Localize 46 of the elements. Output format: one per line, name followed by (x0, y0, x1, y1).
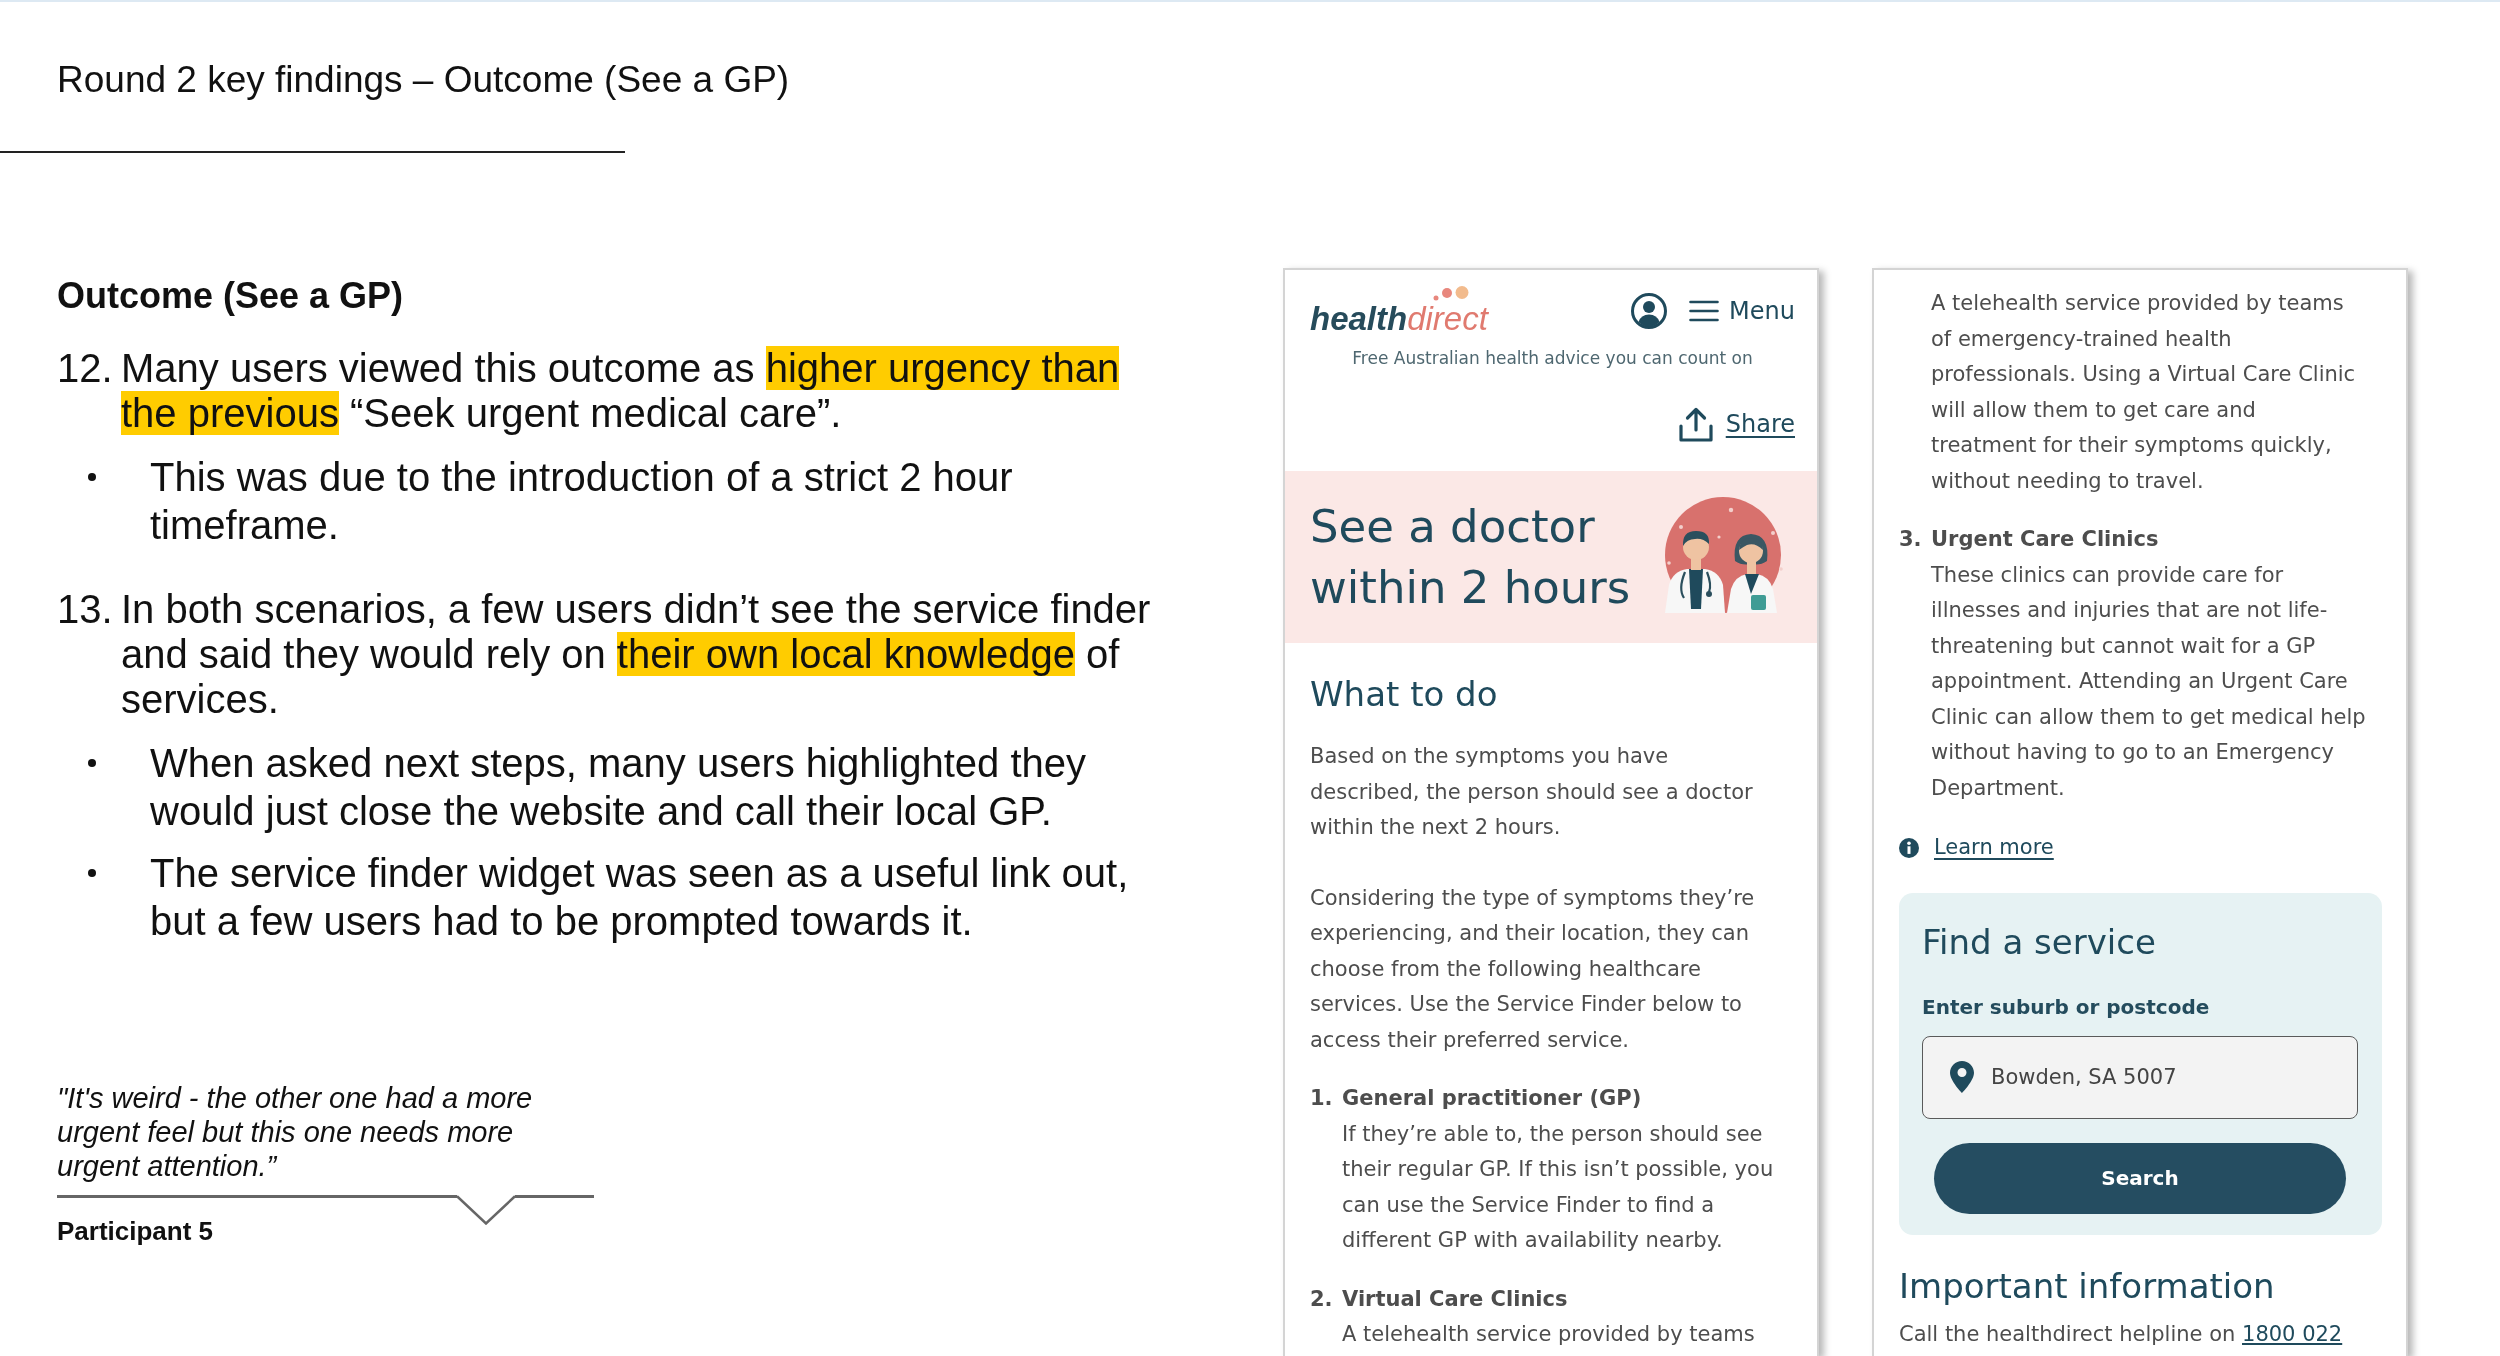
finding-text: In both scenarios, a few users didn’t see the service finder and said they would rely on their own local knowledge of services. (121, 586, 1152, 722)
site-logo[interactable]: healthdirect (1310, 302, 1488, 336)
slide-title: Round 2 key findings – Outcome (See a GP) (57, 58, 790, 102)
list-number: 3. (1899, 526, 1923, 553)
hero-title: See a doctor within 2 hours (1310, 499, 1632, 616)
item-description: If they’re able to, the person should see their regular GP. If this isn’t possible, you can use the Service Finder to find a different GP with availability nearby. (1342, 1120, 1775, 1254)
quote-text: "It's weird - the other one had a more urgent feel but this one needs more urgent attention.” (57, 1081, 534, 1183)
tagline: Free Australian health advice you can count on (1352, 347, 1753, 369)
quote-attribution: Participant 5 (57, 1216, 214, 1246)
location-pin-icon (1950, 1060, 1974, 1093)
body-paragraph: Call the healthdirect helpline on 1800 022 (1899, 1320, 2344, 1347)
list-number: 2. (1310, 1285, 1334, 1313)
account-icon[interactable] (1631, 293, 1668, 329)
dots-icon (1433, 285, 1469, 301)
phone-link[interactable]: 1800 022 (2242, 1321, 2343, 1346)
bullet-icon (88, 869, 96, 877)
bullet-icon (88, 473, 96, 481)
menu-icon (1689, 300, 1720, 322)
learn-more-link[interactable]: Learn more (1934, 830, 2054, 866)
bullet-icon (88, 759, 96, 767)
body-paragraph: Considering the type of symptoms they’re experiencing, and their location, they can choose from the following healthcare services. Use the Service Finder below to access their preferred service. (1310, 884, 1756, 1054)
list-number: 13. (57, 586, 114, 632)
item-description: These clinics can provide care for illnesses and injuries that are not life-threatening but cannot wait for a GP appointment. Attending an Urgent Care Clinic can allow them to get medical help without having to go to an Emergency Department. (1931, 561, 2367, 802)
bullet-text: The service finder widget was seen as a useful link out, but a few users had to be prompted towards it. (150, 850, 1130, 945)
item-title: Urgent Care Clinics (1931, 526, 2160, 553)
list-number: 12. (57, 345, 114, 391)
field-label: Enter suburb or postcode (1922, 993, 2211, 1021)
finding-text: Many users viewed this outcome as higher urgency than the previous “Seek urgent medical care”. (121, 345, 1121, 436)
share-link[interactable]: Share (1678, 406, 1795, 442)
search-button[interactable]: Search (1934, 1142, 2346, 1214)
list-number: 1. (1310, 1085, 1334, 1112)
menu-button[interactable]: Menu (1689, 296, 1795, 326)
bullet-text: This was due to the introduction of a strict 2 hour timeframe. (150, 454, 1014, 549)
info-icon (1899, 837, 1919, 858)
bullet-text: When asked next steps, many users highlighted they would just close the website and call their local GP. (150, 740, 1088, 835)
location-field[interactable]: Bowden, SA 5007 (1922, 1035, 2358, 1119)
item-title: General practitioner (GP) (1342, 1085, 1643, 1112)
page-heading: What to do (1310, 673, 1499, 716)
card-heading: Find a service (1922, 920, 2157, 964)
section-heading: Outcome (See a GP) (57, 274, 404, 318)
body-paragraph: Based on the symptoms you have described, the person should see a doctor within the next 2 hours. (1310, 743, 1754, 841)
share-icon (1678, 406, 1713, 442)
page-heading: Important information (1899, 1264, 2276, 1308)
item-title: Virtual Care Clinics (1342, 1285, 1569, 1313)
item-description: A telehealth service provided by teams (1342, 1321, 1756, 1348)
item-description: A telehealth service provided by teams of emergency-trained health professionals. Using a Virtual Care Clinic will allow them to get care and treatment for their symptoms quickly, without needing to travel. (1931, 290, 2357, 495)
